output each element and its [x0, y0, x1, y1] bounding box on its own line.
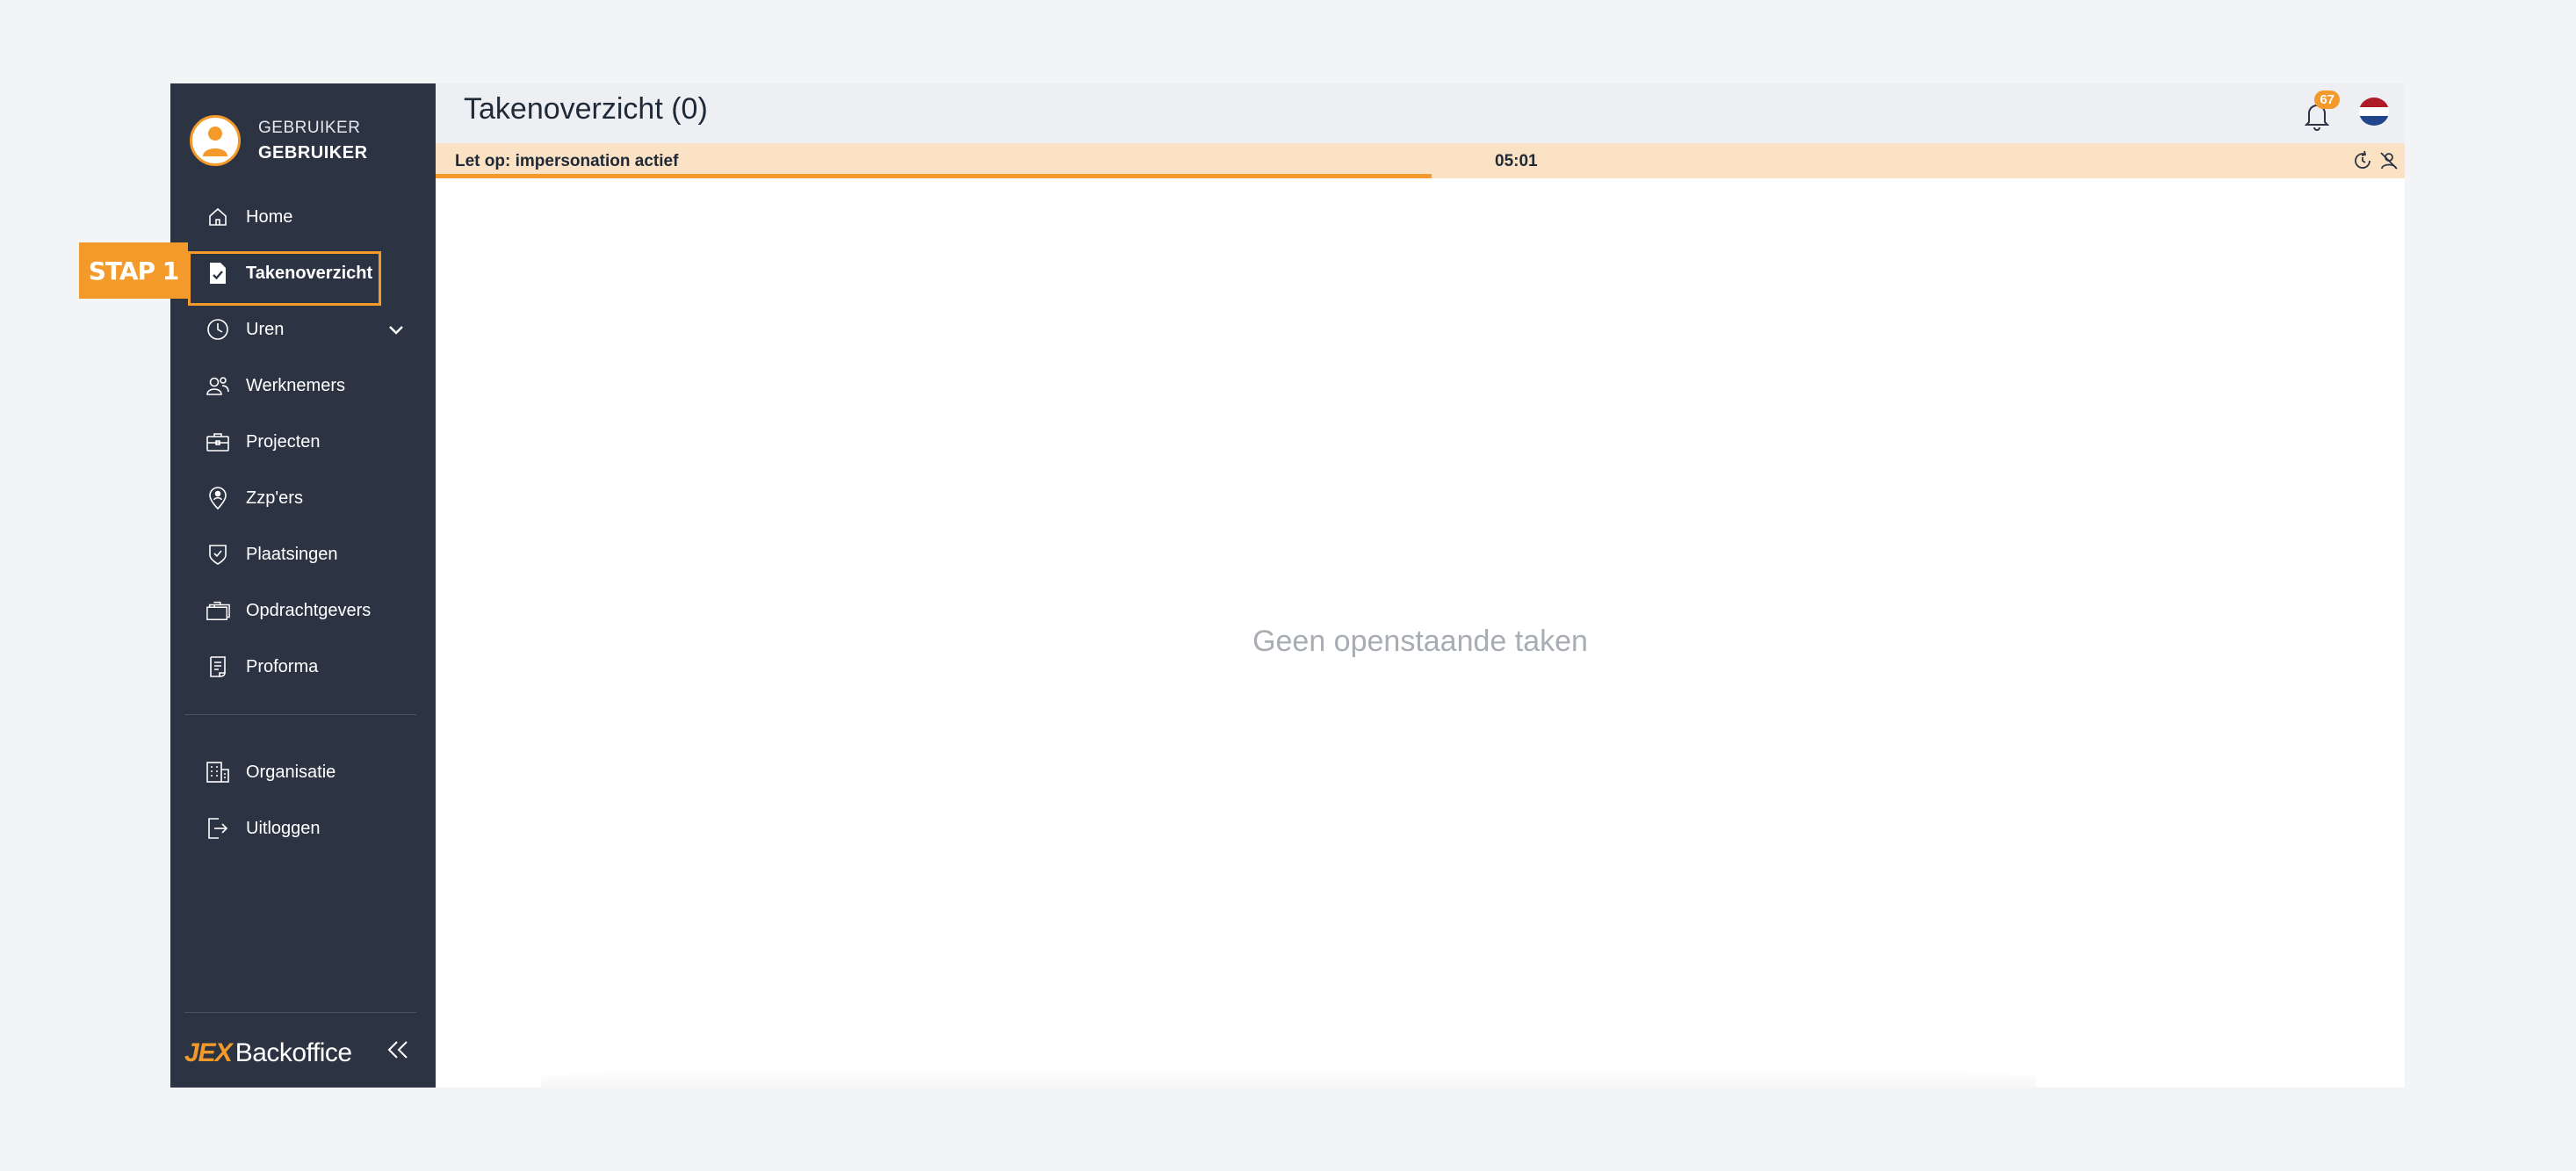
stop-impersonation-button[interactable]	[2378, 150, 2399, 171]
building-icon	[206, 760, 230, 784]
logout-icon	[206, 816, 230, 841]
nav-item-opdrachtgevers[interactable]: Opdrachtgevers	[170, 582, 436, 639]
shield-check-icon	[206, 542, 230, 567]
nav-item-label: Proforma	[246, 656, 319, 676]
impersonation-banner: Let op: impersonation actief 05:01	[436, 143, 2405, 178]
brand-text: Backoffice	[235, 1038, 352, 1067]
impersonation-progress-bar	[436, 174, 1432, 178]
nav-item-projecten[interactable]: Projecten	[170, 414, 436, 470]
nav-item-takenoverzicht[interactable]: Takenoverzicht	[170, 245, 436, 306]
bottom-shadow	[541, 1066, 2036, 1088]
nav-item-uitloggen[interactable]: Uitloggen	[170, 800, 436, 857]
nav-item-werknemers[interactable]: Werknemers	[170, 358, 436, 414]
refresh-timer-button[interactable]	[2352, 150, 2373, 171]
nav-item-proforma[interactable]: Proforma	[170, 639, 436, 695]
brand-mark: JEX	[184, 1038, 233, 1067]
user-profile[interactable]: GEBRUIKER GEBRUIKER	[190, 115, 368, 166]
step-callout-badge: STAP 1	[79, 242, 188, 299]
nav-item-label: Takenoverzicht	[246, 263, 373, 283]
nav-item-label: Opdrachtgevers	[246, 600, 372, 620]
user-off-icon	[2380, 152, 2398, 170]
chevron-down-icon[interactable]	[388, 321, 404, 341]
nav-item-label: Zzp'ers	[246, 488, 303, 508]
notifications-button[interactable]: 67	[2301, 90, 2340, 131]
double-chevron-left-icon	[387, 1041, 408, 1059]
nav-item-label: Uitloggen	[246, 818, 321, 838]
nav-item-zzpers[interactable]: Zzp'ers	[170, 470, 436, 526]
language-selector[interactable]	[2359, 98, 2389, 126]
home-icon	[206, 205, 230, 229]
briefcase-stack-icon	[206, 598, 230, 623]
nav-item-plaatsingen[interactable]: Plaatsingen	[170, 526, 436, 582]
empty-state-message: Geen openstaande taken	[1252, 625, 1588, 658]
sidebar: GEBRUIKER GEBRUIKER Home Takenoverzicht	[170, 83, 436, 1088]
impersonation-timer: 05:01	[1495, 152, 1538, 170]
nav-item-label: Home	[246, 206, 293, 227]
nav-item-organisatie[interactable]: Organisatie	[170, 744, 436, 800]
task-document-icon	[206, 261, 230, 286]
top-bar: Takenoverzicht (0) 67	[436, 83, 2405, 143]
user-name: GEBRUIKER	[258, 142, 368, 163]
user-icon	[203, 126, 227, 156]
nav-item-label: Organisatie	[246, 762, 336, 782]
app-window: GEBRUIKER GEBRUIKER Home Takenoverzicht	[170, 83, 2405, 1088]
main-content: Takenoverzicht (0) 67 Let op: impersonat…	[436, 83, 2405, 1088]
brand-logo: JEX Backoffice	[184, 1038, 352, 1068]
nav-item-label: Plaatsingen	[246, 544, 338, 564]
user-role: GEBRUIKER	[258, 118, 361, 137]
briefcase-icon	[206, 430, 230, 454]
nav-item-home[interactable]: Home	[170, 189, 436, 245]
nav-item-label: Werknemers	[246, 375, 345, 395]
location-pin-icon	[206, 486, 230, 510]
footer-divider	[184, 1012, 416, 1013]
clock-icon	[206, 317, 230, 342]
nav-item-label: Uren	[246, 319, 285, 339]
dutch-flag-icon	[2359, 98, 2389, 126]
collapse-sidebar-button[interactable]	[385, 1037, 411, 1063]
nav-divider	[184, 714, 416, 715]
nav-item-uren[interactable]: Uren	[170, 301, 436, 358]
notification-badge: 67	[2314, 90, 2340, 109]
impersonation-message: Let op: impersonation actief	[455, 152, 679, 170]
nav-item-label: Projecten	[246, 431, 321, 452]
users-icon	[206, 373, 230, 398]
refresh-icon	[2355, 150, 2370, 169]
main-nav: Home Takenoverzicht Uren Werknemers Proj…	[170, 189, 436, 695]
page-title: Takenoverzicht (0)	[464, 92, 708, 126]
secondary-nav: Organisatie Uitloggen	[170, 744, 436, 857]
receipt-icon	[206, 654, 230, 679]
avatar	[190, 115, 241, 166]
